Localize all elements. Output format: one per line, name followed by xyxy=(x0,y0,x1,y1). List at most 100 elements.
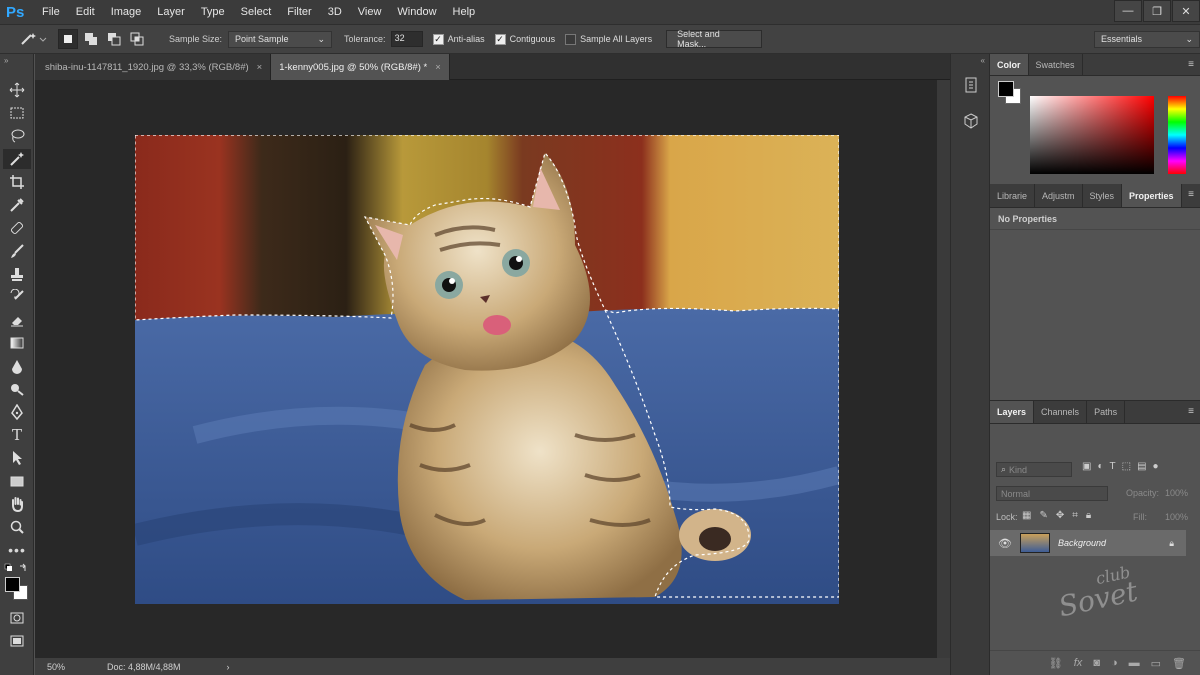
crop-tool[interactable] xyxy=(3,172,31,192)
tab-channels[interactable]: Channels xyxy=(1034,401,1088,423)
subtract-selection-button[interactable] xyxy=(104,29,124,49)
tab-paths[interactable]: Paths xyxy=(1087,401,1126,423)
menu-file[interactable]: File xyxy=(34,0,68,24)
intersect-selection-button[interactable] xyxy=(127,29,147,49)
fx-icon[interactable]: fx xyxy=(1074,657,1083,669)
tab-kenny[interactable]: 1-kenny005.jpg @ 50% (RGB/8#) * × xyxy=(271,54,450,80)
anti-alias-checkbox[interactable]: ✓ Anti-alias xyxy=(432,33,485,45)
screen-mode-button[interactable] xyxy=(3,631,31,651)
menu-view[interactable]: View xyxy=(350,0,390,24)
tab-layers[interactable]: Layers xyxy=(990,401,1035,423)
new-selection-button[interactable] xyxy=(58,29,78,49)
opacity-value[interactable]: 100% xyxy=(1165,488,1188,498)
sample-size-dropdown[interactable]: Point Sample ⌄ xyxy=(228,30,333,48)
restore-button[interactable]: ❐ xyxy=(1143,0,1171,22)
dodge-tool[interactable] xyxy=(3,379,31,399)
tool-preset-picker[interactable] xyxy=(16,29,50,49)
eyedropper-tool[interactable] xyxy=(3,195,31,215)
contiguous-checkbox[interactable]: ✓ Contiguous xyxy=(494,33,555,45)
tab-color[interactable]: Color xyxy=(990,54,1029,75)
3d-panel-button[interactable] xyxy=(960,110,982,132)
blur-tool[interactable] xyxy=(3,356,31,376)
tolerance-input[interactable]: 32 xyxy=(390,31,423,47)
menu-window[interactable]: Window xyxy=(389,0,444,24)
lock-artboard-icon[interactable]: ⌗ xyxy=(1072,510,1078,521)
zoom-level[interactable]: 50% xyxy=(47,662,97,672)
edit-toolbar-button[interactable]: ••• xyxy=(3,540,31,560)
fill-value[interactable]: 100% xyxy=(1165,512,1188,522)
healing-brush-tool[interactable] xyxy=(3,218,31,238)
eraser-tool[interactable] xyxy=(3,310,31,330)
layer-row-background[interactable]: 👁︎ Background 🔒︎ xyxy=(990,530,1186,556)
pen-tool[interactable] xyxy=(3,402,31,422)
document-image[interactable] xyxy=(135,135,839,604)
hand-tool[interactable] xyxy=(3,494,31,514)
tab-libraries[interactable]: Librarie xyxy=(990,184,1036,207)
tab-properties[interactable]: Properties xyxy=(1122,184,1182,207)
workspace-dropdown[interactable]: Essentials ⌄ xyxy=(1094,30,1200,48)
close-tab-icon[interactable]: × xyxy=(435,62,441,73)
history-brush-tool[interactable] xyxy=(3,287,31,307)
lock-position-icon[interactable]: ✥ xyxy=(1056,510,1064,521)
panel-menu-icon[interactable]: ≡ xyxy=(1188,59,1194,70)
rectangle-tool[interactable] xyxy=(3,471,31,491)
canvas[interactable] xyxy=(35,80,937,658)
tab-styles[interactable]: Styles xyxy=(1083,184,1123,207)
lasso-tool[interactable] xyxy=(3,126,31,146)
menu-select[interactable]: Select xyxy=(233,0,280,24)
layer-filter-dropdown[interactable]: ⌕ Kind xyxy=(996,462,1072,477)
type-filter-icon[interactable]: T xyxy=(1110,461,1116,472)
menu-edit[interactable]: Edit xyxy=(68,0,103,24)
blend-mode-dropdown[interactable]: Normal xyxy=(996,486,1108,501)
new-layer-icon[interactable]: ▭ xyxy=(1151,657,1161,670)
lock-all-icon[interactable]: 🔒︎ xyxy=(1086,510,1091,521)
collapse-icon[interactable]: » xyxy=(4,56,8,65)
smart-object-filter-icon[interactable]: ▤ xyxy=(1137,461,1146,472)
select-and-mask-button[interactable]: Select and Mask... xyxy=(666,29,763,49)
path-selection-tool[interactable] xyxy=(3,448,31,468)
vertical-scrollbar[interactable] xyxy=(937,80,950,658)
close-window-button[interactable]: ✕ xyxy=(1172,0,1200,22)
quick-mask-button[interactable] xyxy=(3,608,31,628)
lock-pixels-icon[interactable]: ✎ xyxy=(1039,510,1047,521)
panel-menu-icon[interactable]: ≡ xyxy=(1188,189,1194,200)
swap-colors[interactable] xyxy=(4,563,30,573)
status-arrow-icon[interactable]: › xyxy=(227,662,230,672)
menu-layer[interactable]: Layer xyxy=(149,0,193,24)
foreground-color-swatch[interactable] xyxy=(998,81,1014,97)
tab-swatches[interactable]: Swatches xyxy=(1029,54,1083,75)
eye-icon[interactable]: 👁︎ xyxy=(998,537,1012,550)
menu-image[interactable]: Image xyxy=(103,0,150,24)
history-panel-button[interactable] xyxy=(960,74,982,96)
tab-adjustments[interactable]: Adjustm xyxy=(1035,184,1083,207)
link-layers-icon[interactable]: ⛓︎ xyxy=(1049,657,1063,670)
menu-filter[interactable]: Filter xyxy=(279,0,319,24)
brush-tool[interactable] xyxy=(3,241,31,261)
adjustment-filter-icon[interactable]: ◐ xyxy=(1097,461,1103,472)
minimize-button[interactable]: — xyxy=(1114,0,1142,22)
menu-type[interactable]: Type xyxy=(193,0,233,24)
type-tool[interactable]: T xyxy=(3,425,31,445)
color-swatches[interactable] xyxy=(4,576,30,602)
sample-all-layers-checkbox[interactable]: Sample All Layers xyxy=(565,33,652,45)
panel-menu-icon[interactable]: ≡ xyxy=(1188,406,1194,417)
magic-wand-tool[interactable] xyxy=(3,149,31,169)
tab-shiba-inu[interactable]: shiba-inu-1147811_1920.jpg @ 33,3% (RGB/… xyxy=(35,54,272,80)
close-tab-icon[interactable]: × xyxy=(257,62,263,73)
adjustment-layer-icon[interactable]: ◑ xyxy=(1111,657,1118,669)
gradient-tool[interactable] xyxy=(3,333,31,353)
marquee-tool[interactable] xyxy=(3,103,31,123)
new-group-icon[interactable]: ▬ xyxy=(1129,657,1140,669)
clone-stamp-tool[interactable] xyxy=(3,264,31,284)
shape-filter-icon[interactable]: ⬚ xyxy=(1122,461,1131,472)
menu-3d[interactable]: 3D xyxy=(320,0,350,24)
add-selection-button[interactable] xyxy=(81,29,101,49)
color-field[interactable] xyxy=(1030,96,1154,174)
zoom-tool[interactable] xyxy=(3,517,31,537)
menu-help[interactable]: Help xyxy=(445,0,484,24)
image-filter-icon[interactable]: ▣ xyxy=(1082,461,1091,472)
add-mask-icon[interactable]: ◙ xyxy=(1093,657,1100,669)
foreground-color-swatch[interactable] xyxy=(5,577,20,592)
filter-toggle-icon[interactable]: ● xyxy=(1153,461,1159,472)
hue-slider[interactable] xyxy=(1168,96,1186,174)
